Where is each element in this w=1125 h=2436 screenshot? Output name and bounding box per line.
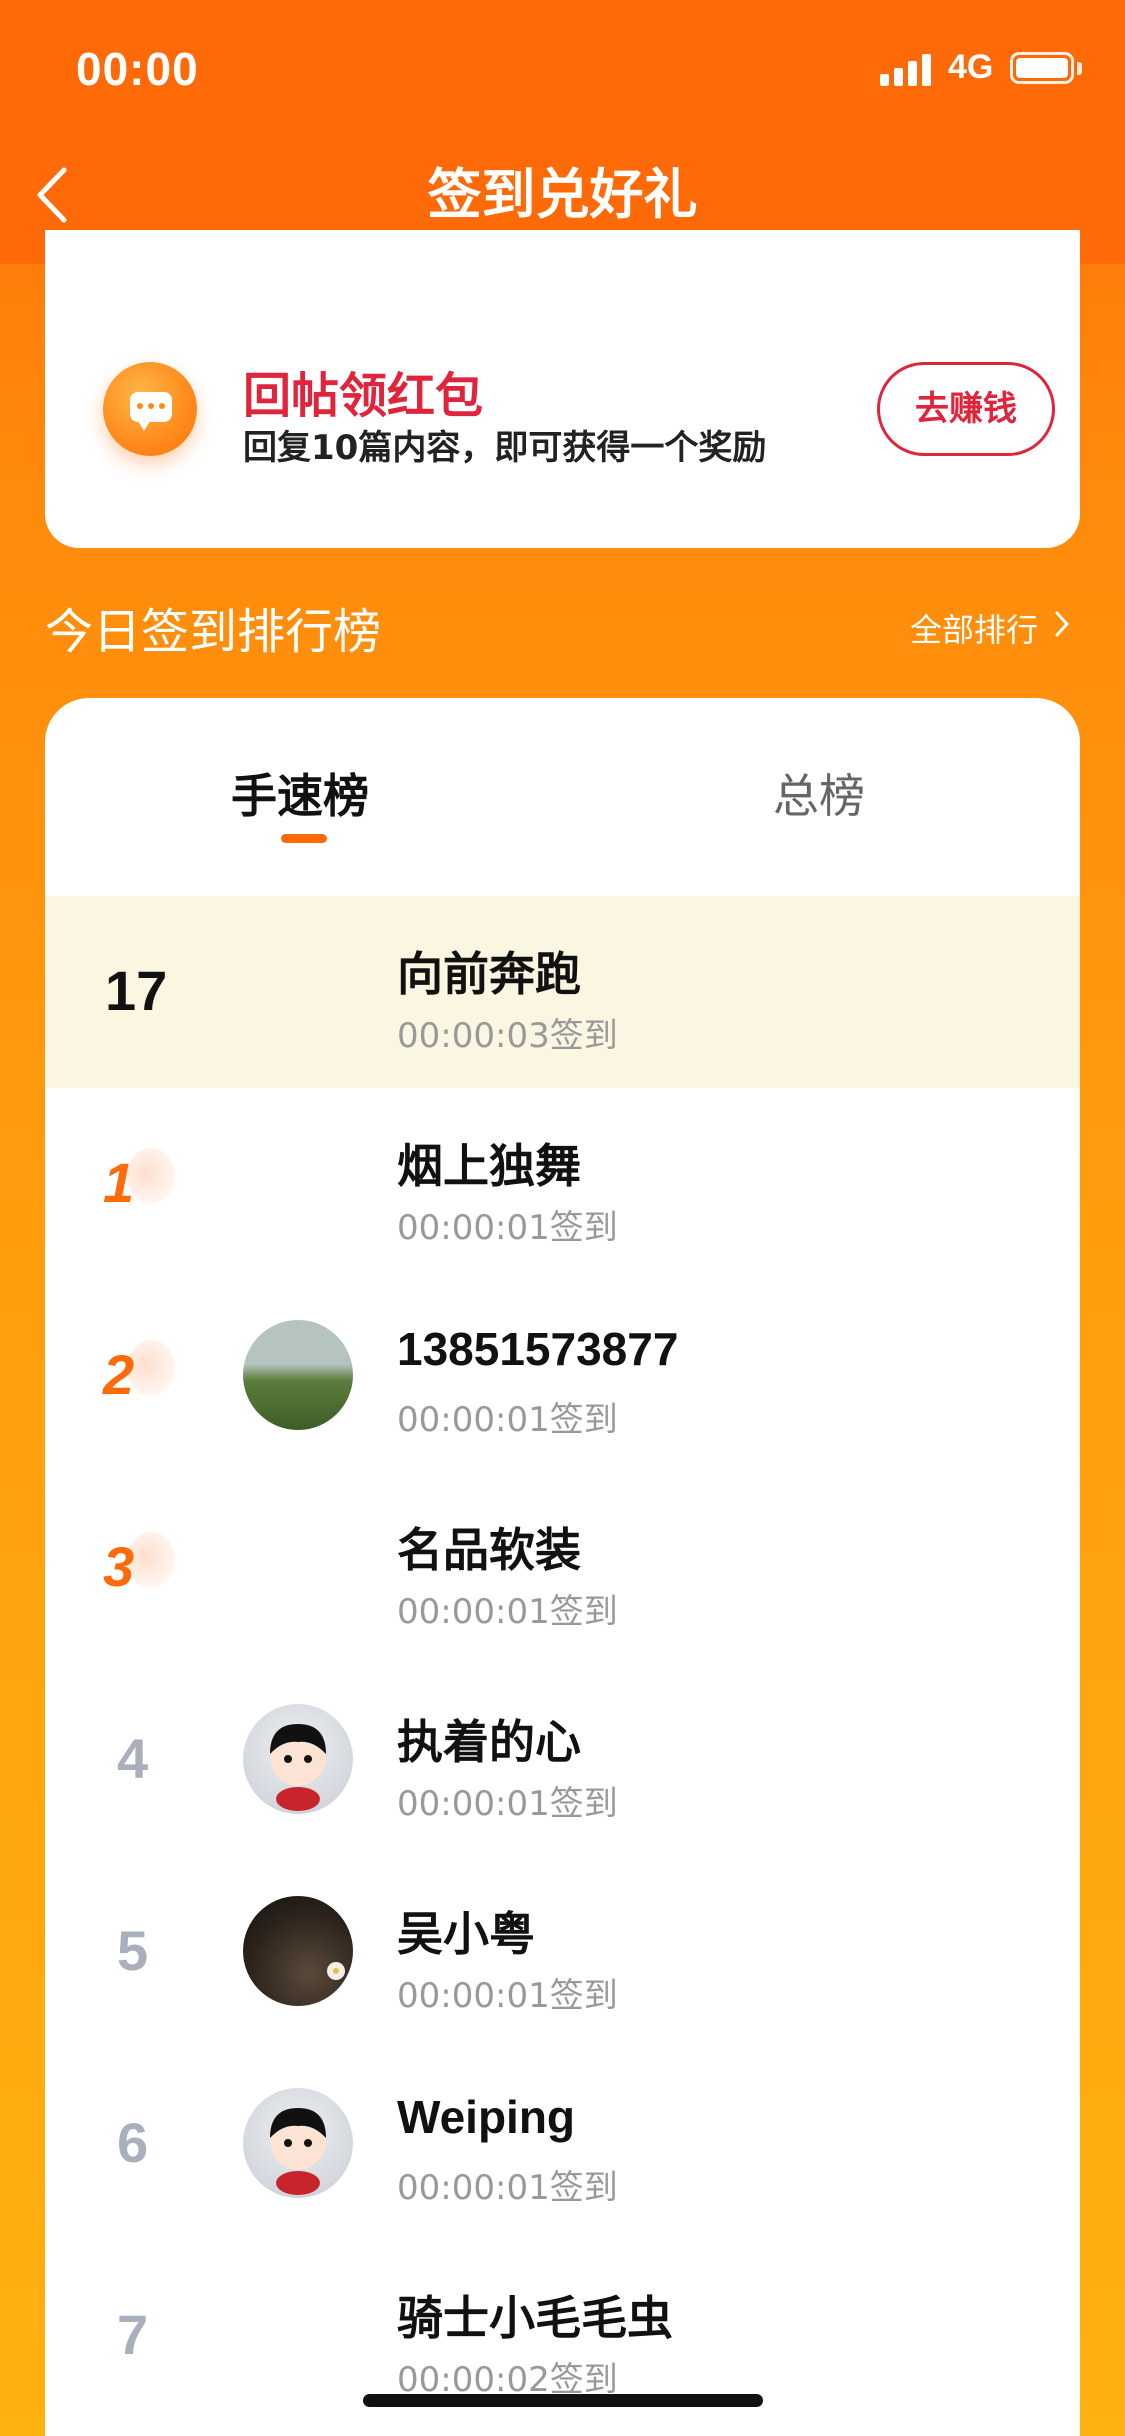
- signal-icon: [880, 52, 934, 86]
- list-item[interactable]: 2 13851573877 00:00:01签到: [45, 1280, 1080, 1472]
- list-item[interactable]: 1 烟上独舞 00:00:01签到: [45, 1088, 1080, 1280]
- cartoon-avatar-icon: [270, 1724, 326, 1811]
- flower-photo-icon: [327, 1962, 345, 1980]
- nickname: Weiping: [397, 2091, 576, 2143]
- rank-number: 17: [105, 959, 168, 1022]
- promo-title: 回帖领红包: [243, 368, 484, 424]
- nickname: 名品软装: [397, 1523, 581, 1577]
- battery-icon: [1010, 52, 1074, 84]
- network-label: 4G: [948, 48, 994, 86]
- nickname: 执着的心: [397, 1715, 581, 1769]
- list-item[interactable]: 3 名品软装 00:00:01签到: [45, 1472, 1080, 1664]
- sign-time: 00:00:01签到: [397, 1784, 618, 1824]
- sign-time: 00:00:01签到: [397, 2168, 618, 2208]
- ranking-heading: 今日签到排行榜: [45, 604, 382, 660]
- tab-total[interactable]: 总榜: [773, 760, 865, 826]
- top-bar: 00:00 4G 签到兑好礼: [0, 0, 1125, 264]
- promo-card: 回帖领红包 回复10篇内容，即可获得一个奖励 去赚钱: [45, 230, 1080, 548]
- page-title: 签到兑好礼: [427, 163, 698, 226]
- rank-number: 2: [103, 1343, 135, 1406]
- earn-money-button[interactable]: 去赚钱: [877, 362, 1055, 456]
- cartoon-avatar-icon: [270, 2108, 326, 2195]
- nickname: 吴小粤: [397, 1907, 535, 1961]
- avatar[interactable]: [243, 2088, 353, 2198]
- sign-time: 00:00:01签到: [397, 1208, 618, 1248]
- rank-number: 4: [117, 1727, 149, 1790]
- message-bubble-icon: [103, 362, 197, 456]
- rank-number: 5: [117, 1919, 149, 1982]
- home-indicator[interactable]: [363, 2394, 763, 2407]
- promo-description: 回复10篇内容，即可获得一个奖励: [243, 428, 767, 468]
- active-tab-indicator: [281, 834, 327, 843]
- my-rank-row[interactable]: 17 向前奔跑 00:00:03签到: [45, 896, 1080, 1088]
- avatar[interactable]: [243, 1896, 353, 2006]
- list-item[interactable]: 6 Weiping 00:00:01签到: [45, 2048, 1080, 2240]
- nickname: 骑士小毛毛虫: [397, 2291, 673, 2345]
- nickname: 烟上独舞: [397, 1139, 581, 1193]
- sign-time: 00:00:01签到: [397, 1976, 618, 2016]
- chevron-right-icon[interactable]: [1052, 608, 1072, 640]
- avatar[interactable]: [243, 1320, 353, 1430]
- rank-number: 6: [117, 2111, 149, 2174]
- list-item[interactable]: 4 执着的心 00:00:01签到: [45, 1664, 1080, 1856]
- battery-cap: [1077, 62, 1082, 75]
- nickname: 向前奔跑: [397, 947, 581, 1001]
- avatar[interactable]: [243, 1704, 353, 1814]
- ranking-list-card: 手速榜 总榜 17 向前奔跑 00:00:03签到 1 烟上独舞 00:00:0…: [45, 698, 1080, 2436]
- status-time: 00:00: [76, 43, 199, 95]
- rank-number: 3: [103, 1535, 135, 1598]
- rank-number: 1: [103, 1151, 135, 1214]
- list-item[interactable]: 5 吴小粤 00:00:01签到: [45, 1856, 1080, 2048]
- sign-time: 00:00:01签到: [397, 1592, 618, 1632]
- rank-number: 7: [117, 2303, 149, 2366]
- all-ranking-link[interactable]: 全部排行: [910, 605, 1038, 651]
- sign-time: 00:00:01签到: [397, 1400, 618, 1440]
- nickname: 13851573877: [397, 1323, 679, 1375]
- sign-time: 00:00:03签到: [397, 1016, 618, 1056]
- tab-speed[interactable]: 手速榜: [231, 760, 369, 826]
